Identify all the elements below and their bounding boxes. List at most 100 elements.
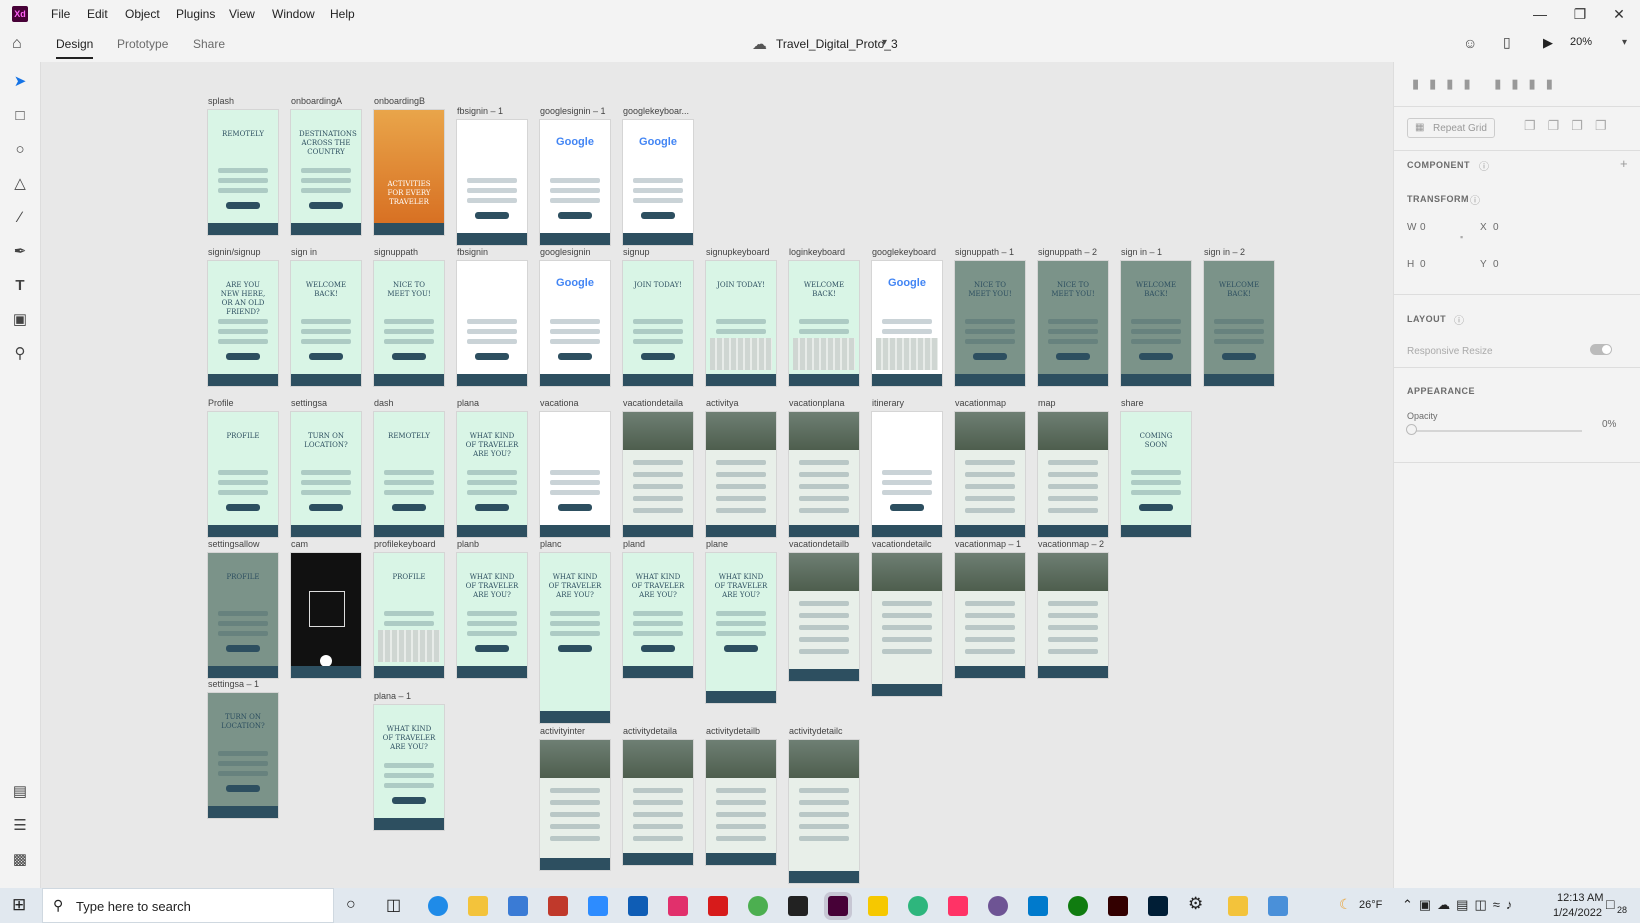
w-field[interactable]: 0 bbox=[1420, 222, 1426, 233]
folder-icon[interactable] bbox=[1228, 896, 1248, 916]
opacity-slider-handle[interactable] bbox=[1406, 424, 1417, 435]
artboard[interactable] bbox=[789, 740, 859, 883]
artboard-label[interactable]: cam bbox=[291, 539, 308, 549]
artboard-label[interactable]: vacationmap bbox=[955, 398, 1006, 408]
artboard[interactable] bbox=[1038, 412, 1108, 537]
artboard[interactable]: Google bbox=[540, 261, 610, 386]
tab-share[interactable]: Share bbox=[193, 37, 225, 51]
text-icon[interactable]: T bbox=[10, 276, 30, 296]
artboard[interactable] bbox=[872, 412, 942, 537]
artboard-label[interactable]: signup bbox=[623, 247, 650, 257]
menu-view[interactable]: View bbox=[229, 7, 255, 21]
artboard[interactable]: Google bbox=[623, 120, 693, 245]
artboard-label[interactable]: Profile bbox=[208, 398, 234, 408]
artboard[interactable]: WELCOME BACK! bbox=[1204, 261, 1274, 386]
file-explorer-icon[interactable] bbox=[468, 896, 488, 916]
notification-icon[interactable]: □ bbox=[1606, 896, 1614, 912]
artboard-label[interactable]: loginkeyboard bbox=[789, 247, 845, 257]
x-field[interactable]: 0 bbox=[1493, 222, 1499, 233]
artboard-label[interactable]: activitydetailc bbox=[789, 726, 843, 736]
artboard[interactable] bbox=[706, 412, 776, 537]
artboard[interactable]: WHAT KIND OF TRAVELER ARE YOU? bbox=[540, 553, 610, 723]
artboard-label[interactable]: googlekeyboard bbox=[872, 247, 936, 257]
xd-taskbar-icon[interactable] bbox=[828, 896, 848, 916]
artboard[interactable] bbox=[623, 740, 693, 865]
artboard[interactable]: NICE TO MEET YOU! bbox=[1038, 261, 1108, 386]
document-title[interactable]: Travel_Digital_Proto_3 bbox=[776, 37, 898, 51]
artboard-label[interactable]: signuppath – 2 bbox=[1038, 247, 1097, 257]
artboard[interactable] bbox=[623, 412, 693, 537]
artboard-label[interactable]: signupkeyboard bbox=[706, 247, 770, 257]
artboard[interactable] bbox=[955, 412, 1025, 537]
artboard-label[interactable]: activitydetaila bbox=[623, 726, 677, 736]
artboard[interactable]: ACTIVITIES FOR EVERY TRAVELER bbox=[374, 110, 444, 235]
artboard[interactable] bbox=[540, 740, 610, 870]
zoom-dropdown-icon[interactable]: ▾ bbox=[1622, 37, 1627, 48]
artboard[interactable]: WHAT KIND OF TRAVELER ARE YOU? bbox=[457, 412, 527, 537]
ellipse-icon[interactable]: ○ bbox=[10, 140, 30, 160]
close-icon[interactable]: ✕ bbox=[1604, 4, 1634, 24]
store-icon[interactable] bbox=[508, 896, 528, 916]
artboard-label[interactable]: share bbox=[1121, 398, 1144, 408]
artboard-label[interactable]: vacationmap – 2 bbox=[1038, 539, 1104, 549]
restore-icon[interactable]: ❐ bbox=[1565, 4, 1595, 24]
artboard-label[interactable]: itinerary bbox=[872, 398, 904, 408]
artboard[interactable]: WHAT KIND OF TRAVELER ARE YOU? bbox=[623, 553, 693, 678]
artboard[interactable]: JOIN TODAY! bbox=[623, 261, 693, 386]
artboard[interactable] bbox=[955, 553, 1025, 678]
artboard[interactable]: PROFILE bbox=[208, 553, 278, 678]
artboard[interactable]: WHAT KIND OF TRAVELER ARE YOU? bbox=[706, 553, 776, 703]
layers-icon[interactable]: ☰ bbox=[10, 816, 30, 836]
artboard-label[interactable]: vacationdetailc bbox=[872, 539, 932, 549]
artboard[interactable] bbox=[1038, 553, 1108, 678]
artboard[interactable]: COMING SOON bbox=[1121, 412, 1191, 537]
artboard[interactable] bbox=[457, 261, 527, 386]
artboard-label[interactable]: googlesignin bbox=[540, 247, 591, 257]
info-icon[interactable]: ⓘ bbox=[1470, 192, 1480, 207]
artboard[interactable]: PROFILE bbox=[374, 553, 444, 678]
artboard[interactable]: TURN ON LOCATION? bbox=[291, 412, 361, 537]
minimize-icon[interactable]: — bbox=[1525, 4, 1555, 24]
photos-icon[interactable] bbox=[1268, 896, 1288, 916]
device-preview-icon[interactable]: ▯ bbox=[1503, 34, 1511, 51]
artboard[interactable] bbox=[706, 740, 776, 865]
artboard[interactable]: REMOTELY bbox=[208, 110, 278, 235]
design-canvas[interactable]: splash REMOTELY onboardingA DESTINATIONS AC… bbox=[41, 62, 1393, 888]
acrobat-icon[interactable] bbox=[708, 896, 728, 916]
artboard-label[interactable]: sign in – 1 bbox=[1121, 247, 1162, 257]
artboard[interactable] bbox=[457, 120, 527, 245]
artboard-label[interactable]: planb bbox=[457, 539, 479, 549]
app-icon[interactable] bbox=[548, 896, 568, 916]
artboard-label[interactable]: settingsallow bbox=[208, 539, 260, 549]
menu-window[interactable]: Window bbox=[272, 7, 315, 21]
artboard-label[interactable]: dash bbox=[374, 398, 394, 408]
menu-edit[interactable]: Edit bbox=[87, 7, 108, 21]
triangle-icon[interactable]: △ bbox=[10, 174, 30, 194]
opacity-slider[interactable] bbox=[1412, 430, 1582, 432]
figma-icon[interactable] bbox=[788, 896, 808, 916]
artboard[interactable]: NICE TO MEET YOU! bbox=[374, 261, 444, 386]
play-icon[interactable]: ▶ bbox=[1543, 35, 1553, 51]
artboard-label[interactable]: sign in bbox=[291, 247, 317, 257]
menu-help[interactable]: Help bbox=[330, 7, 355, 21]
artboard[interactable] bbox=[789, 553, 859, 681]
add-component-icon[interactable]: + bbox=[1620, 156, 1628, 171]
artboard-label[interactable]: vacationdetaila bbox=[623, 398, 683, 408]
artboard-label[interactable]: settingsa – 1 bbox=[208, 679, 259, 689]
artboard-label[interactable]: vacationplana bbox=[789, 398, 845, 408]
pen-icon[interactable]: ✒ bbox=[10, 242, 30, 262]
artboard-label[interactable]: onboardingA bbox=[291, 96, 342, 106]
mail-icon[interactable] bbox=[628, 896, 648, 916]
artboard[interactable]: Google bbox=[540, 120, 610, 245]
clock-time[interactable]: 12:13 AM bbox=[1557, 892, 1603, 904]
artboard-label[interactable]: fbsignin bbox=[457, 247, 488, 257]
artboard[interactable]: TURN ON LOCATION? bbox=[208, 693, 278, 818]
artboard-label[interactable]: pland bbox=[623, 539, 645, 549]
chevron-down-icon[interactable]: ▾ bbox=[882, 37, 887, 48]
miro-icon[interactable] bbox=[868, 896, 888, 916]
artboard-label[interactable]: activitya bbox=[706, 398, 739, 408]
h-field[interactable]: 0 bbox=[1420, 259, 1426, 270]
artboard-label[interactable]: sign in – 2 bbox=[1204, 247, 1245, 257]
artboard[interactable]: Google bbox=[872, 261, 942, 386]
artboard[interactable]: WHAT KIND OF TRAVELER ARE YOU? bbox=[374, 705, 444, 830]
